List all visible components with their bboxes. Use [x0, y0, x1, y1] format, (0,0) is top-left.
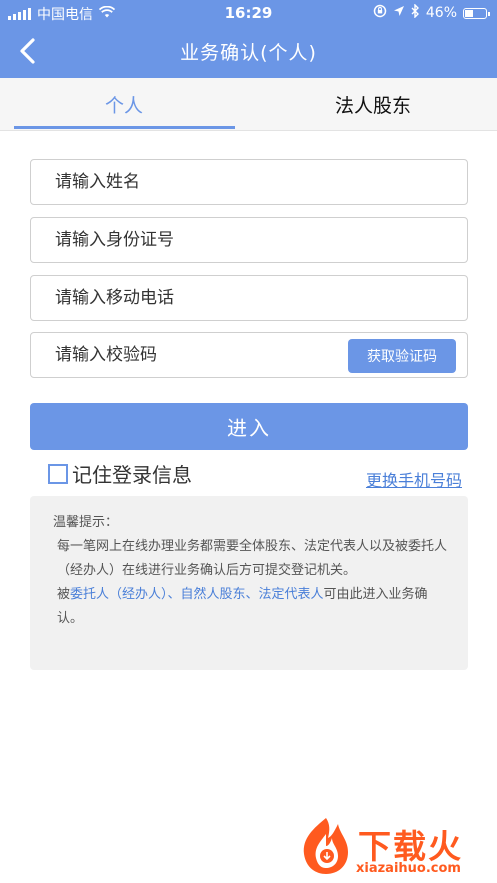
tips-roles-link: 委托人（经办人）、自然人股东、法定代表人	[70, 587, 324, 602]
verification-code-input[interactable]	[55, 333, 345, 377]
id-number-input[interactable]	[55, 218, 355, 262]
verification-code-field: 获取验证码	[30, 332, 468, 378]
page-title: 业务确认(个人)	[180, 42, 317, 64]
status-right: 46%	[373, 3, 490, 22]
tips-title: 温馨提示：	[53, 515, 119, 530]
mobile-phone-input[interactable]	[55, 276, 355, 320]
flame-logo-icon	[303, 818, 348, 874]
get-code-button[interactable]: 获取验证码	[348, 339, 456, 373]
remember-checkbox[interactable]	[48, 463, 68, 484]
tips-line-2: 被委托人（经办人）、自然人股东、法定代表人可由此进入业务确认。	[53, 583, 448, 631]
battery-icon	[463, 7, 490, 19]
id-number-field	[30, 217, 468, 263]
tips-box: 温馨提示： 每一笔网上在线办理业务都需要全体股东、法定代表人以及被委托人（经办人…	[30, 496, 468, 670]
active-tab-indicator	[14, 126, 235, 129]
remember-login[interactable]: 记住登录信息	[48, 459, 192, 488]
app-header: 中国电信 16:29 46% 业务确认(个人)	[0, 0, 497, 78]
watermark-url: xiazaihuo.com	[356, 861, 461, 876]
name-input[interactable]	[55, 160, 355, 204]
battery-fill	[465, 9, 473, 17]
orientation-lock-icon	[373, 4, 387, 22]
watermark: 下载火 xiazaihuo.com	[296, 814, 494, 880]
location-icon	[393, 5, 405, 21]
status-bar: 中国电信 16:29 46%	[0, 0, 497, 26]
tips-line-1: 每一笔网上在线办理业务都需要全体股东、法定代表人以及被委托人（经办人）在线进行业…	[57, 539, 448, 578]
remember-label: 记住登录信息	[72, 463, 192, 487]
tips-line-2-prefix: 被	[57, 587, 71, 602]
enter-button[interactable]: 进入	[30, 403, 468, 450]
mobile-phone-field	[30, 275, 468, 321]
tab-individual[interactable]: 个人	[0, 78, 248, 130]
tab-corporate-shareholder[interactable]: 法人股东	[249, 78, 497, 130]
tab-bar: 个人 法人股东	[0, 78, 497, 131]
name-field	[30, 159, 468, 205]
change-phone-link[interactable]: 更换手机号码	[366, 467, 462, 491]
bluetooth-icon	[411, 3, 420, 22]
battery-percent: 46%	[425, 5, 457, 21]
